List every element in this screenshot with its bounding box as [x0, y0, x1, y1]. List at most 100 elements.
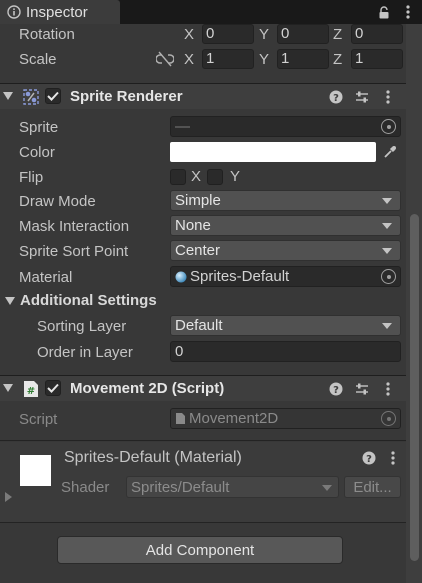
flip-y-checkbox[interactable] — [207, 169, 223, 185]
svg-text:?: ? — [333, 385, 339, 396]
sprite-value: — — [175, 118, 190, 135]
movement-enabled-checkbox[interactable] — [45, 380, 61, 396]
kebab-menu-icon[interactable] — [400, 2, 416, 22]
material-row: Material Sprites-Default — [0, 266, 406, 288]
color-label: Color — [19, 143, 55, 161]
object-picker-icon[interactable] — [381, 269, 396, 284]
component-menu-icon[interactable] — [380, 87, 396, 107]
additional-settings-label: Additional Settings — [20, 292, 157, 309]
tab-bar: Inspector — [0, 0, 422, 24]
draw-mode-row: Draw Mode Simple — [0, 190, 406, 212]
chevron-down-icon — [322, 485, 332, 491]
order-in-layer-row: Order in Layer 0 — [0, 341, 406, 363]
divider — [0, 522, 406, 523]
additional-settings-foldout[interactable]: Additional Settings — [0, 290, 406, 312]
material-value: Sprites-Default — [190, 268, 290, 285]
eyedropper-icon[interactable] — [382, 142, 398, 162]
scrollbar-thumb[interactable] — [410, 214, 419, 561]
chevron-down-icon — [382, 248, 392, 254]
collapse-arrow-icon[interactable] — [3, 384, 13, 392]
sprite-renderer-title: Sprite Renderer — [70, 88, 183, 105]
rotation-x-field[interactable]: 0 — [202, 24, 254, 44]
sprite-renderer-header[interactable]: Sprite Renderer ? — [0, 83, 406, 109]
mask-interaction-label: Mask Interaction — [19, 217, 130, 235]
rotation-y-field[interactable]: 0 — [277, 24, 329, 44]
order-in-layer-label: Order in Layer — [37, 343, 133, 361]
lock-icon[interactable] — [376, 2, 392, 22]
divider — [0, 440, 406, 441]
flip-row: Flip X Y — [0, 166, 406, 188]
scale-label: Scale — [19, 50, 57, 68]
color-swatch[interactable] — [170, 142, 376, 162]
sprite-renderer-enabled-checkbox[interactable] — [45, 88, 61, 104]
collapse-arrow-icon[interactable] — [3, 92, 13, 100]
svg-text:#: # — [27, 386, 35, 397]
material-sphere-icon — [175, 271, 187, 283]
color-row: Color — [0, 141, 406, 163]
svg-text:?: ? — [333, 93, 339, 104]
sort-point-row: Sprite Sort Point Center — [0, 240, 406, 262]
help-icon[interactable]: ? — [328, 379, 344, 399]
component-menu-icon[interactable] — [380, 379, 396, 399]
script-row: Script Movement2D — [0, 408, 406, 430]
flip-x-checkbox[interactable] — [170, 169, 186, 185]
inspector-tab[interactable]: Inspector — [0, 0, 120, 24]
sort-point-dropdown[interactable]: Center — [170, 240, 401, 261]
script-icon: # — [22, 380, 40, 398]
rotation-z-field[interactable]: 0 — [351, 24, 403, 44]
script-value: Movement2D — [189, 410, 279, 427]
object-picker-icon — [381, 411, 396, 426]
rotation-row: Rotation X 0 Y 0 Z 0 — [0, 23, 406, 45]
shader-label: Shader — [61, 479, 110, 496]
draw-mode-label: Draw Mode — [19, 192, 96, 210]
mask-interaction-dropdown[interactable]: None — [170, 215, 401, 236]
material-menu-icon[interactable] — [386, 449, 400, 467]
axis-z-label: Z — [333, 25, 343, 43]
axis-y-label: Y — [259, 50, 270, 68]
material-preview-block: Sprites-Default (Material) ? Shader Spri… — [0, 442, 406, 522]
script-label: Script — [19, 410, 58, 428]
scale-row: Scale X 1 Y 1 Z 1 — [0, 48, 406, 70]
scale-x-field[interactable]: 1 — [202, 49, 254, 69]
chevron-down-icon — [382, 198, 392, 204]
flip-label: Flip — [19, 168, 44, 186]
shader-value: Sprites/Default — [131, 478, 230, 496]
help-icon[interactable]: ? — [362, 449, 376, 467]
sprite-renderer-icon — [22, 88, 40, 106]
info-icon — [6, 4, 22, 20]
collapse-arrow-icon[interactable] — [5, 297, 15, 305]
expand-arrow-icon[interactable] — [5, 492, 12, 502]
chevron-down-icon — [382, 223, 392, 229]
sorting-layer-dropdown[interactable]: Default — [170, 315, 401, 336]
help-icon[interactable]: ? — [328, 87, 344, 107]
order-in-layer-value: 0 — [175, 343, 184, 360]
material-field[interactable]: Sprites-Default — [170, 266, 401, 287]
axis-y-label: Y — [259, 25, 270, 43]
movement-script-header[interactable]: # Movement 2D (Script) ? — [0, 375, 406, 401]
draw-mode-dropdown[interactable]: Simple — [170, 190, 401, 211]
preset-icon[interactable] — [354, 379, 370, 399]
tab-title: Inspector — [26, 3, 88, 21]
sprite-field[interactable]: — — [170, 116, 401, 137]
scale-z-field[interactable]: 1 — [351, 49, 403, 69]
vertical-scrollbar[interactable] — [406, 24, 422, 583]
sorting-layer-row: Sorting Layer Default — [0, 315, 406, 337]
add-component-button[interactable]: Add Component — [57, 536, 343, 564]
script-file-icon — [175, 412, 186, 425]
script-field: Movement2D — [170, 408, 401, 429]
material-name: Sprites-Default (Material) — [64, 449, 242, 466]
object-picker-icon[interactable] — [381, 119, 396, 134]
shader-dropdown: Sprites/Default — [126, 476, 339, 498]
axis-x-label: X — [184, 50, 195, 68]
movement-script-title: Movement 2D (Script) — [70, 380, 225, 397]
sprite-label: Sprite — [19, 118, 59, 136]
unlinked-icon[interactable] — [155, 51, 175, 71]
order-in-layer-field[interactable]: 0 — [170, 341, 401, 362]
chevron-down-icon — [382, 323, 392, 329]
axis-z-label: Z — [333, 50, 343, 68]
scale-y-field[interactable]: 1 — [277, 49, 329, 69]
sorting-layer-label: Sorting Layer — [37, 317, 127, 335]
svg-text:?: ? — [366, 454, 372, 465]
draw-mode-value: Simple — [175, 192, 221, 209]
preset-icon[interactable] — [354, 87, 370, 107]
